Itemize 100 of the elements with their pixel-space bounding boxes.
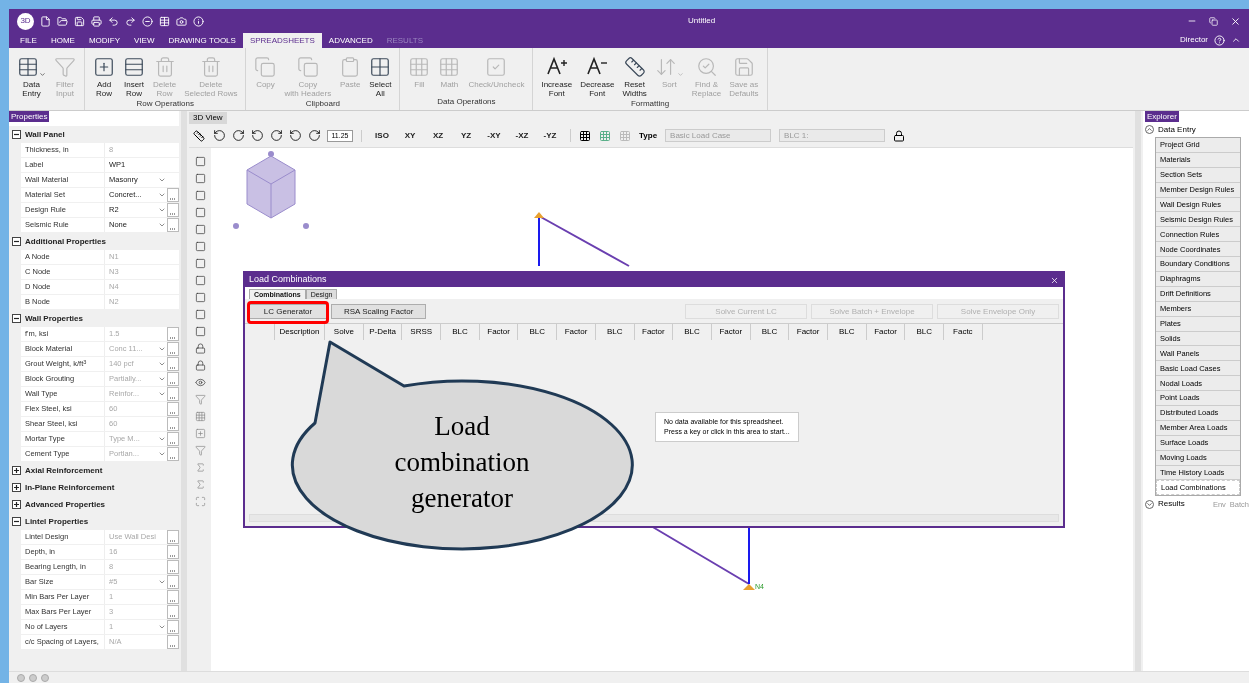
collapse-box-icon[interactable] — [12, 237, 21, 246]
ribbon-button[interactable]: Select All — [365, 48, 396, 98]
rotate-left-icon[interactable] — [289, 129, 302, 142]
tool-icon[interactable] — [194, 394, 206, 405]
expand-box-icon[interactable] — [12, 483, 21, 492]
collapse-icon[interactable] — [1231, 35, 1241, 45]
ellipsis-button[interactable] — [167, 342, 179, 356]
ellipsis-button[interactable] — [167, 447, 179, 461]
view-button[interactable]: XZ — [426, 129, 450, 142]
tool-icon[interactable] — [194, 173, 206, 184]
collapse-box-icon[interactable] — [12, 517, 21, 526]
ellipsis-button[interactable] — [167, 203, 179, 217]
column-header[interactable]: BLC — [595, 324, 635, 340]
collapse-box-icon[interactable] — [12, 314, 21, 323]
section-toggle[interactable]: Data Entry — [1145, 122, 1249, 137]
undo-icon[interactable] — [108, 15, 119, 27]
ellipsis-button[interactable] — [167, 357, 179, 371]
collapse-box-icon[interactable] — [12, 130, 21, 139]
tool-icon[interactable] — [194, 309, 206, 320]
dropdown-icon[interactable] — [158, 578, 166, 586]
column-header[interactable]: Factor — [557, 324, 596, 340]
tool-icon[interactable] — [194, 292, 206, 303]
rotate-right-icon[interactable] — [270, 129, 283, 142]
view-button[interactable]: YZ — [454, 129, 478, 142]
tool-icon[interactable] — [194, 343, 206, 354]
tool-icon[interactable] — [194, 224, 206, 235]
section-header[interactable]: In-Plane Reinforcement — [25, 481, 115, 494]
column-header[interactable]: BLC — [750, 324, 790, 340]
ruler-icon[interactable] — [193, 129, 205, 142]
tool-icon[interactable] — [194, 360, 206, 371]
ribbon-button[interactable]: Data Entry — [13, 48, 50, 110]
section-header[interactable]: Axial Reinforcement — [25, 464, 103, 477]
ellipsis-button[interactable] — [167, 188, 179, 202]
dropdown-icon[interactable] — [158, 623, 166, 631]
restore-icon[interactable] — [1209, 16, 1218, 26]
grid-icon[interactable] — [579, 129, 591, 142]
member-line[interactable] — [748, 525, 750, 585]
tool-icon[interactable] — [194, 258, 206, 269]
user-name[interactable]: Director — [1180, 34, 1208, 46]
close-icon[interactable] — [1230, 15, 1241, 27]
tool-icon[interactable] — [194, 190, 206, 201]
ellipsis-button[interactable] — [167, 432, 179, 446]
camera-icon[interactable] — [176, 15, 187, 27]
dialog-button[interactable]: LC Generator — [249, 304, 327, 319]
minus-circle-icon[interactable] — [142, 15, 153, 27]
section-toggle[interactable]: Results — [1145, 498, 1185, 511]
ellipsis-button[interactable] — [167, 218, 179, 232]
view-button[interactable]: ISO — [370, 129, 394, 142]
tool-icon[interactable] — [194, 496, 206, 507]
menu-tab[interactable]: FILE — [13, 33, 44, 48]
ribbon-button[interactable]: Add Row — [89, 48, 119, 98]
column-header[interactable]: BLC — [673, 324, 712, 340]
menu-tab[interactable]: HOME — [43, 33, 82, 48]
ellipsis-button[interactable] — [167, 545, 179, 559]
section-header[interactable]: Lintel Properties — [25, 515, 89, 528]
view-button[interactable]: -XY — [482, 129, 506, 142]
lock-icon[interactable] — [893, 129, 906, 142]
ribbon-button[interactable]: Insert Row — [119, 48, 149, 98]
tool-icon[interactable] — [194, 411, 206, 422]
section-header[interactable]: Wall Panel — [25, 128, 65, 141]
ellipsis-button[interactable] — [167, 530, 179, 544]
menu-tab[interactable]: ADVANCED — [321, 33, 380, 48]
tool-icon[interactable] — [194, 207, 206, 218]
column-header[interactable]: BLC — [827, 324, 867, 340]
ellipsis-button[interactable] — [167, 387, 179, 401]
column-header[interactable]: SRSS — [402, 324, 442, 340]
ribbon-button[interactable]: Reset Widths — [618, 48, 651, 98]
close-icon[interactable] — [1050, 275, 1059, 285]
dialog-button[interactable]: RSA Scaling Factor — [331, 304, 427, 319]
rotate-left-icon[interactable] — [213, 129, 226, 142]
view-tab[interactable]: 3D View — [189, 112, 227, 124]
support-icon[interactable] — [743, 584, 755, 590]
ellipsis-button[interactable] — [167, 590, 179, 604]
section-header[interactable]: Wall Properties — [25, 312, 83, 325]
menu-tab[interactable]: MODIFY — [81, 33, 127, 48]
ellipsis-button[interactable] — [167, 620, 179, 634]
rotate-left-icon[interactable] — [251, 129, 264, 142]
column-header[interactable]: BLC — [441, 324, 480, 340]
ellipsis-button[interactable] — [167, 575, 179, 589]
member-line[interactable] — [538, 217, 540, 267]
view-button[interactable]: -YZ — [538, 129, 562, 142]
column-header[interactable]: Factor — [479, 324, 519, 340]
view-button[interactable]: -XZ — [510, 129, 534, 142]
ellipsis-button[interactable] — [167, 372, 179, 386]
info-icon[interactable] — [193, 15, 204, 27]
view-button[interactable]: XY — [398, 129, 422, 142]
menu-tab[interactable]: SPREADSHEETS — [242, 33, 322, 48]
column-header[interactable]: Factor — [866, 324, 906, 340]
tool-icon[interactable] — [194, 445, 206, 456]
column-header[interactable]: Factor — [789, 324, 828, 340]
column-header[interactable]: Description — [275, 324, 325, 340]
column-header[interactable]: Factor — [634, 324, 674, 340]
expand-box-icon[interactable] — [12, 500, 21, 509]
rotate-right-icon[interactable] — [308, 129, 321, 142]
member-line[interactable] — [538, 215, 630, 267]
menu-tab[interactable]: VIEW — [127, 33, 162, 48]
column-header[interactable]: Factor — [711, 324, 751, 340]
printer-icon[interactable] — [91, 15, 102, 27]
help-icon[interactable] — [1214, 34, 1225, 46]
column-header[interactable]: BLC — [518, 324, 558, 340]
